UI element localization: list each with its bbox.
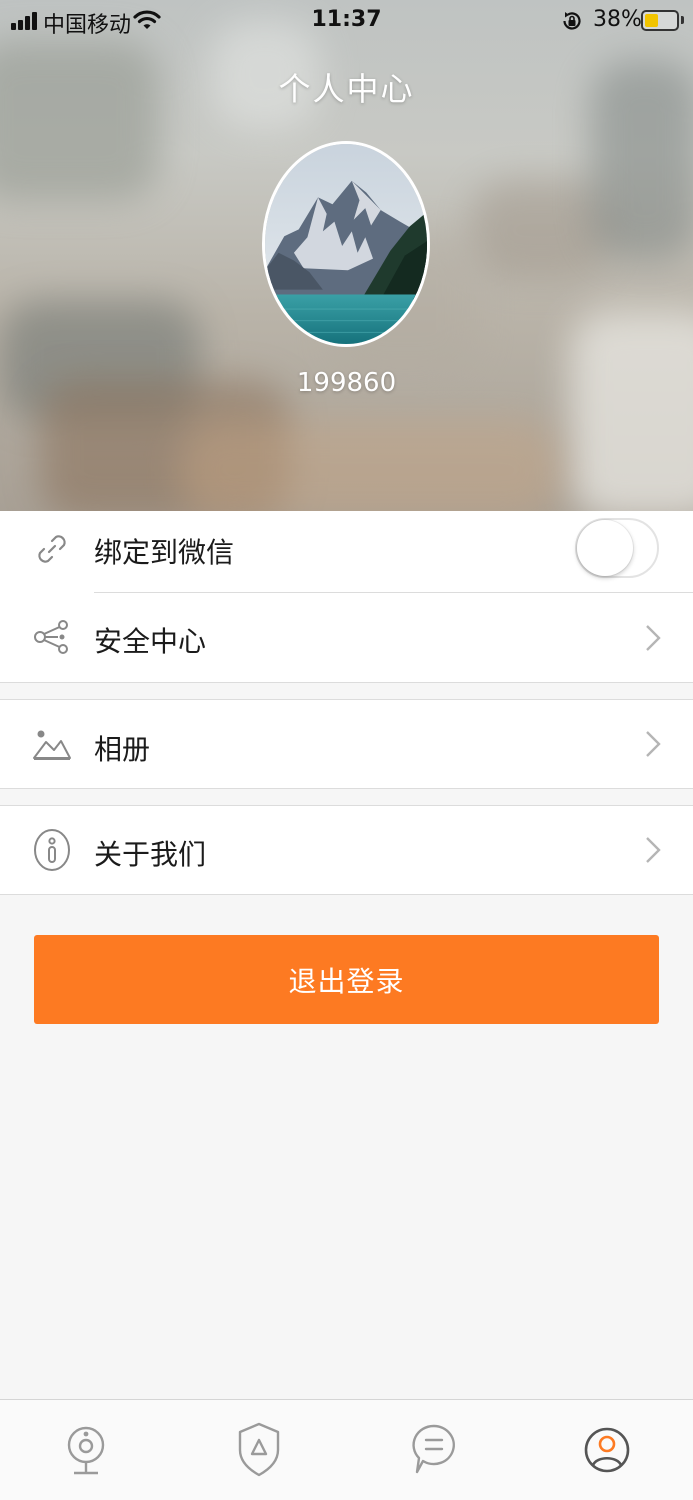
battery-icon <box>641 10 679 31</box>
page-title: 个人中心 <box>278 70 415 108</box>
username: 199860 <box>296 368 397 398</box>
share-nodes-icon <box>32 617 72 657</box>
tab-security[interactable] <box>234 1420 284 1480</box>
chevron-right-icon <box>645 624 661 652</box>
bind-wechat-label: 绑定到微信 <box>94 536 235 569</box>
status-bar: 中国移动 11:37 38% <box>0 0 693 44</box>
security-center-row[interactable]: 安全中心 <box>0 593 693 682</box>
profile-header: 中国移动 11:37 38% 个人中心 199860 <box>0 0 693 511</box>
battery-percent: 38% <box>593 7 642 32</box>
chevron-right-icon <box>645 836 661 864</box>
logout-button[interactable]: 退出登录 <box>34 935 659 1024</box>
album-label: 相册 <box>94 733 151 766</box>
toggle-knob <box>577 520 633 576</box>
message-icon <box>412 1424 455 1474</box>
about-us-row[interactable]: 关于我们 <box>0 806 693 894</box>
mountain-image-icon <box>32 724 72 764</box>
rotation-lock-icon <box>561 10 583 32</box>
avatar[interactable] <box>262 141 430 347</box>
shield-icon <box>238 1422 280 1477</box>
background-blur <box>570 310 693 511</box>
background-blur <box>470 180 610 280</box>
divider <box>0 788 693 789</box>
tab-messages[interactable] <box>409 1420 459 1480</box>
divider <box>0 894 693 895</box>
security-center-label: 安全中心 <box>94 625 207 658</box>
battery-tip <box>681 16 684 24</box>
info-icon <box>32 828 72 872</box>
chevron-right-icon <box>645 730 661 758</box>
wechat-bind-toggle[interactable] <box>575 518 659 578</box>
user-icon <box>584 1427 630 1473</box>
battery-level <box>645 14 658 27</box>
about-us-label: 关于我们 <box>94 838 207 871</box>
album-row[interactable]: 相册 <box>0 700 693 788</box>
camera-icon <box>67 1426 105 1475</box>
bind-wechat-row: 绑定到微信 <box>0 511 693 593</box>
tab-profile[interactable] <box>582 1420 632 1480</box>
status-time: 11:37 <box>311 7 382 32</box>
avatar-landscape-image <box>265 144 427 344</box>
background-blur <box>180 420 560 511</box>
link-icon <box>32 529 72 569</box>
tab-camera[interactable] <box>61 1420 111 1480</box>
divider <box>0 682 693 683</box>
bottom-tab-bar <box>0 1399 693 1500</box>
